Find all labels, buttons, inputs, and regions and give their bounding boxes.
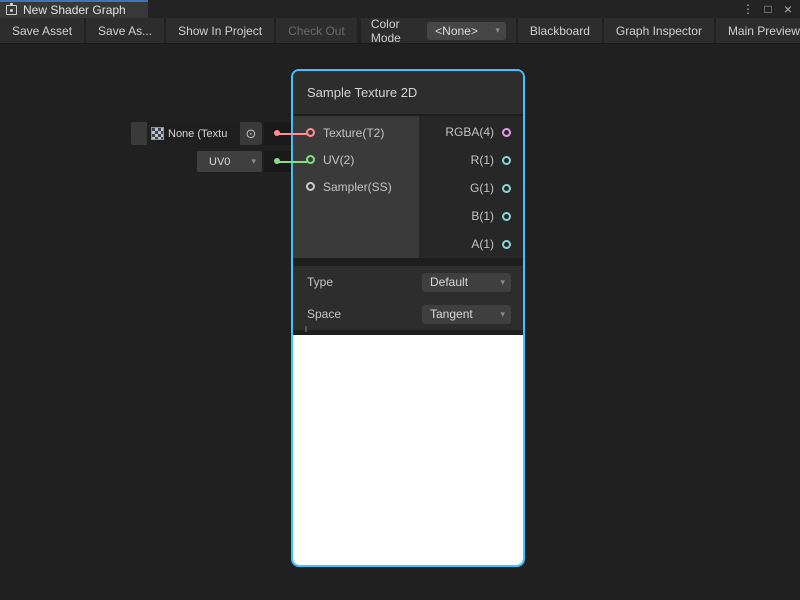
setting-label: Space — [307, 307, 341, 321]
check-out-button: Check Out — [276, 18, 359, 43]
tab-title: New Shader Graph — [23, 3, 126, 17]
node-title: Sample Texture 2D — [307, 85, 417, 100]
port-label: Texture(T2) — [323, 126, 384, 140]
texture-object-field-row: None (Textu ⊙ — [131, 122, 262, 145]
main-preview-button[interactable]: Main Preview — [716, 18, 800, 43]
uv-channel-dropdown[interactable]: UV0 ▾ — [197, 151, 262, 172]
type-dropdown[interactable]: Default ▾ — [422, 273, 511, 292]
port-circle-icon[interactable] — [306, 182, 315, 191]
save-asset-button[interactable]: Save Asset — [0, 18, 86, 43]
input-port-texture[interactable]: Texture(T2) — [293, 119, 419, 146]
save-as-button[interactable]: Save As... — [86, 18, 166, 43]
texture-object-field[interactable]: None (Textu — [147, 122, 240, 145]
window-menu-icon[interactable]: ⋮ — [740, 1, 756, 17]
port-label: R(1) — [471, 153, 494, 167]
port-circle-icon[interactable] — [502, 156, 511, 165]
texture-edge[interactable] — [279, 133, 307, 135]
type-value: Default — [430, 275, 500, 289]
graph-toolbar: Save Asset Save As... Show In Project Ch… — [0, 18, 800, 44]
color-mode-value: <None> — [435, 24, 495, 38]
port-circle-icon[interactable] — [502, 128, 511, 137]
preview-resize-handle[interactable] — [305, 326, 307, 332]
space-value: Tangent — [430, 307, 500, 321]
input-port-sampler[interactable]: Sampler(SS) — [293, 173, 419, 200]
color-mode-label: Color Mode — [371, 17, 419, 45]
space-dropdown[interactable]: Tangent ▾ — [422, 305, 511, 324]
texture-field-value: None (Textu — [168, 128, 227, 140]
texture-thumbnail-icon — [151, 127, 164, 140]
port-label: Sampler(SS) — [323, 180, 392, 194]
uv-edge[interactable] — [279, 161, 307, 163]
port-circle-icon[interactable] — [502, 212, 511, 221]
output-port-r[interactable]: R(1) — [419, 146, 523, 174]
preview-divider — [293, 330, 523, 335]
uv-channel-row: UV0 ▾ — [197, 151, 262, 172]
chevron-down-icon: ▾ — [500, 310, 505, 319]
node-header[interactable]: Sample Texture 2D — [293, 71, 523, 116]
chevron-down-icon: ▾ — [495, 26, 500, 35]
object-picker-button[interactable]: ⊙ — [240, 122, 262, 145]
object-field-lead — [131, 122, 147, 145]
window-controls: ⋮ □ × — [740, 0, 800, 18]
close-icon[interactable]: × — [780, 1, 796, 17]
port-circle-icon[interactable] — [502, 240, 511, 249]
chevron-down-icon: ▾ — [251, 157, 256, 166]
port-circle-icon[interactable] — [502, 184, 511, 193]
output-port-b[interactable]: B(1) — [419, 202, 523, 230]
node-settings: Type Default ▾ Space Tangent ▾ — [293, 266, 523, 330]
port-circle-icon[interactable] — [306, 128, 315, 137]
input-port-uv[interactable]: UV(2) — [293, 146, 419, 173]
node-divider — [293, 258, 523, 266]
setting-row-type: Type Default ▾ — [293, 266, 523, 298]
output-port-g[interactable]: G(1) — [419, 174, 523, 202]
port-circle-icon[interactable] — [306, 155, 315, 164]
color-mode-group: Color Mode <None> ▾ — [361, 18, 518, 43]
port-label: G(1) — [470, 181, 494, 195]
node-sample-texture-2d[interactable]: Sample Texture 2D Texture(T2) UV(2) Samp… — [291, 69, 525, 567]
uv-channel-value: UV0 — [209, 156, 251, 168]
port-label: UV(2) — [323, 153, 354, 167]
color-mode-dropdown[interactable]: <None> ▾ — [427, 22, 506, 40]
output-ports-panel: RGBA(4) R(1) G(1) B(1) A(1) — [419, 116, 523, 258]
output-port-a[interactable]: A(1) — [419, 230, 523, 258]
setting-label: Type — [307, 275, 333, 289]
blackboard-button[interactable]: Blackboard — [518, 18, 604, 43]
shader-graph-asset-icon — [6, 5, 17, 15]
chevron-down-icon: ▾ — [500, 278, 505, 287]
node-ports: Texture(T2) UV(2) Sampler(SS) RGBA(4) R(… — [293, 116, 523, 258]
port-label: RGBA(4) — [445, 125, 494, 139]
port-label: B(1) — [471, 209, 494, 223]
object-picker-icon: ⊙ — [246, 126, 257, 142]
setting-row-space: Space Tangent ▾ — [293, 298, 523, 330]
output-port-rgba[interactable]: RGBA(4) — [419, 118, 523, 146]
maximize-icon[interactable]: □ — [760, 1, 776, 17]
input-ports-panel: Texture(T2) UV(2) Sampler(SS) — [293, 116, 419, 258]
graph-inspector-button[interactable]: Graph Inspector — [604, 18, 716, 43]
node-preview[interactable] — [293, 335, 523, 565]
window-tab-bar: New Shader Graph ⋮ □ × — [0, 0, 800, 18]
show-in-project-button[interactable]: Show In Project — [166, 18, 276, 43]
graph-canvas[interactable]: Sample Texture 2D Texture(T2) UV(2) Samp… — [0, 44, 800, 600]
port-label: A(1) — [471, 237, 494, 251]
tab-new-shader-graph[interactable]: New Shader Graph — [0, 0, 148, 18]
